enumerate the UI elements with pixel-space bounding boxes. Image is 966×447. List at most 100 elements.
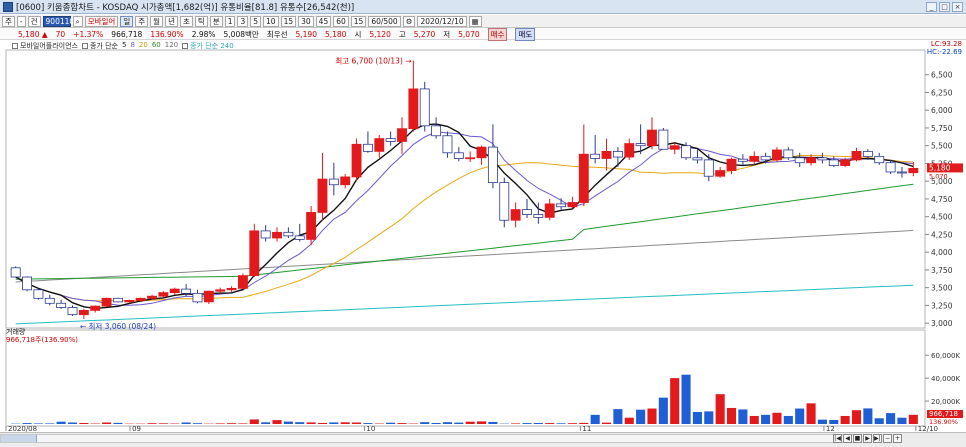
- candle-body: [169, 288, 180, 294]
- candle-body: [431, 125, 442, 137]
- volume-bar: [261, 422, 271, 424]
- volume-bar: [352, 422, 362, 424]
- volume-bar: [431, 422, 441, 424]
- candle-body: [772, 149, 782, 161]
- volume-bar: [420, 422, 430, 424]
- candle-body: [317, 178, 328, 213]
- candle-body: [851, 150, 862, 161]
- candle-body: [181, 288, 192, 294]
- candle-body: [135, 297, 146, 301]
- zoom-in-icon[interactable]: +: [893, 434, 902, 443]
- candle-body: [612, 150, 623, 158]
- volume-bar: [670, 378, 680, 424]
- candle-body: [658, 129, 669, 150]
- volume-bar: [601, 422, 612, 424]
- low-annotation: ← 최저 3,060 (08/24): [80, 321, 156, 331]
- volume-panel: [5, 329, 926, 427]
- candle-body: [283, 231, 294, 237]
- candle-body: [33, 289, 44, 299]
- candle-body: [522, 209, 532, 215]
- volume-bar: [795, 408, 805, 424]
- volume-bar: [113, 422, 123, 424]
- candle-body: [351, 143, 362, 178]
- price-tick-label: 6,250: [931, 88, 953, 97]
- candle-body: [203, 290, 214, 303]
- candle-body: [442, 135, 453, 154]
- volume-bar: [306, 422, 316, 424]
- candle-body: [692, 157, 703, 161]
- candle-body: [272, 231, 282, 239]
- volume-bar: [79, 422, 89, 424]
- volume-bar: [681, 374, 691, 424]
- candle-body: [294, 235, 305, 240]
- candle-body: [567, 202, 578, 208]
- volume-bar: [340, 422, 350, 424]
- volume-bar: [22, 423, 32, 424]
- candle-body: [760, 155, 771, 161]
- candle-body: [817, 157, 828, 161]
- candle-body: [90, 305, 101, 311]
- volume-bar: [56, 421, 66, 424]
- candle-body: [340, 176, 351, 186]
- price-tick-label: 4,750: [931, 195, 953, 204]
- volume-bar: [249, 419, 259, 424]
- candle-body: [362, 143, 373, 152]
- volume-title: 거래량: [6, 328, 26, 336]
- chart-scrollbar[interactable]: [0, 434, 860, 443]
- volume-bar: [817, 419, 827, 424]
- last-volume-rate: 136.90%: [929, 418, 958, 426]
- price-tick-label: 6,500: [931, 71, 953, 80]
- candle-body: [408, 88, 419, 130]
- zoom-out-icon[interactable]: −: [883, 434, 892, 443]
- price-tick-label: 4,250: [931, 230, 953, 239]
- volume-bar: [227, 423, 237, 424]
- candle-body: [624, 143, 635, 158]
- volume-bar: [783, 415, 793, 424]
- candle-body: [783, 149, 794, 159]
- volume-bar: [238, 423, 248, 424]
- chart-nav-buttons: |◀ ◀ ■ ▶ ▶| − +: [833, 434, 902, 443]
- nav-next-icon[interactable]: ▶: [863, 434, 872, 443]
- volume-bar: [840, 415, 850, 424]
- nav-last-icon[interactable]: ▶|: [873, 434, 882, 443]
- candle-body: [908, 168, 919, 174]
- candle-body: [590, 153, 601, 159]
- candle-body: [601, 150, 612, 159]
- stock-chart[interactable]: 6,5006,2506,0005,7505,5005,2505,0004,750…: [0, 0, 966, 447]
- volume-bar: [442, 422, 453, 424]
- nav-first-icon[interactable]: |◀: [833, 434, 842, 443]
- volume-bar: [397, 423, 407, 424]
- candle-body: [226, 287, 237, 291]
- volume-tick-label: 60,000K: [931, 352, 960, 360]
- candle-body: [67, 307, 78, 316]
- volume-bar: [45, 423, 55, 424]
- nav-prev-icon[interactable]: ◀: [843, 434, 852, 443]
- candle-body: [681, 145, 692, 159]
- candle-body: [249, 230, 260, 277]
- volume-bar: [511, 423, 521, 424]
- volume-tick-label: 40,000K: [931, 375, 960, 383]
- candle-body: [56, 302, 67, 308]
- volume-bar: [636, 409, 646, 424]
- candle-body: [794, 157, 805, 164]
- volume-bar: [465, 421, 475, 424]
- candle-body: [499, 182, 510, 221]
- volume-tick-label: 20,000K: [931, 398, 960, 406]
- volume-bar: [624, 417, 634, 424]
- volume-bar: [556, 423, 566, 424]
- candle-body: [635, 143, 646, 147]
- candle-body: [147, 295, 157, 299]
- candle-body: [10, 267, 21, 278]
- high-annotation: 최고 6,700 (10/13) →: [335, 56, 411, 66]
- volume-bar: [647, 408, 657, 424]
- price-tick-label: 3,000: [931, 319, 953, 328]
- scroll-thumb[interactable]: [1, 435, 37, 442]
- volume-bar: [522, 423, 532, 424]
- nav-stop-icon[interactable]: ■: [853, 434, 862, 443]
- price-tick-label: 5,750: [931, 124, 953, 133]
- volume-bar: [613, 409, 623, 424]
- volume-bar: [102, 422, 112, 424]
- volume-value-label: 966,718주(136.90%): [6, 336, 78, 344]
- price-tick-label: 6,000: [931, 106, 953, 115]
- candle-body: [419, 88, 430, 127]
